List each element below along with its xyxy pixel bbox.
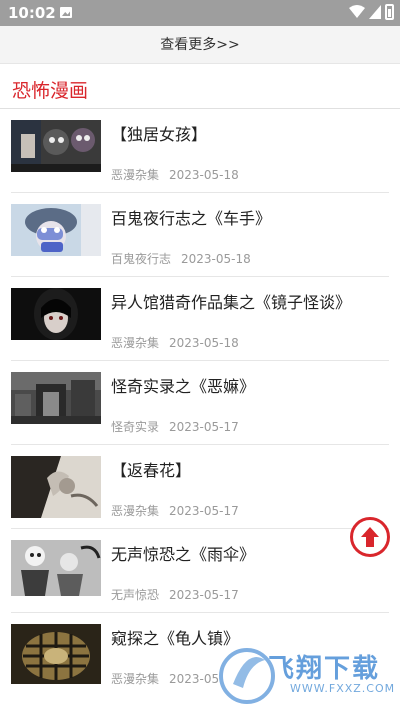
item-category: 百鬼夜行志 (111, 252, 172, 266)
item-category: 恶漫杂集 (111, 168, 160, 182)
wifi-icon (349, 5, 365, 18)
item-date: 2023-05-17 (169, 588, 239, 602)
item-title: 【返春花】 (111, 461, 192, 480)
thumbnail (11, 456, 101, 518)
battery-icon (385, 4, 394, 20)
item-date: 2023-05-18 (181, 252, 251, 266)
watermark-text: 飞翔下载 (268, 654, 381, 684)
signal-icon (369, 5, 381, 19)
thumbnail (11, 540, 101, 596)
see-more-link[interactable]: 查看更多>> (0, 26, 400, 64)
item-category: 恶漫杂集 (111, 336, 160, 350)
thumbnail (11, 624, 101, 684)
list-item[interactable]: 异人馆猎奇作品集之《镜子怪谈》 恶漫杂集 2023-05-18 (0, 277, 400, 361)
status-bar: 10:02 (0, 0, 400, 26)
item-date: 2023-05-18 (169, 168, 239, 182)
item-title: 无声惊恐之《雨伞》 (111, 545, 256, 564)
item-date: 2023-05-17 (169, 420, 239, 434)
watermark-url: WWW.FXXZ.COM (290, 682, 396, 695)
item-title: 窥探之《龟人镇》 (111, 629, 240, 648)
item-meta: 无声惊恐 2023-05-17 (111, 586, 239, 603)
thumbnail (11, 120, 101, 172)
item-meta: 百鬼夜行志 2023-05-18 (111, 250, 251, 267)
list-item[interactable]: 怪奇实录之《恶嫲》 怪奇实录 2023-05-17 (0, 361, 400, 445)
item-meta: 怪奇实录 2023-05-17 (111, 418, 239, 435)
item-date: 2023-05-18 (169, 336, 239, 350)
status-time: 10:02 (8, 4, 56, 22)
list-item[interactable]: 无声惊恐之《雨伞》 无声惊恐 2023-05-17 (0, 529, 400, 613)
list-item[interactable]: 百鬼夜行志之《车手》 百鬼夜行志 2023-05-18 (0, 193, 400, 277)
thumbnail (11, 372, 101, 424)
item-date: 2023-05-17 (169, 504, 239, 518)
status-icons (349, 4, 394, 20)
image-notification-icon (60, 7, 72, 18)
list-item[interactable]: 【返春花】 恶漫杂集 2023-05-17 (0, 445, 400, 529)
arrow-up-circle-icon (361, 527, 379, 547)
item-category: 恶漫杂集 (111, 672, 160, 686)
thumbnail (11, 204, 101, 256)
section-title: 恐怖漫画 (12, 80, 89, 102)
item-title: 百鬼夜行志之《车手》 (111, 209, 272, 228)
item-category: 无声惊恐 (111, 588, 160, 602)
list-item[interactable]: 【独居女孩】 恶漫杂集 2023-05-18 (0, 109, 400, 193)
scroll-to-top-button[interactable] (350, 517, 390, 557)
item-meta: 恶漫杂集 2023-05-18 (111, 334, 239, 351)
item-meta: 恶漫杂集 2023-05 (111, 670, 219, 687)
thumbnail (11, 288, 101, 340)
item-date: 2023-05 (169, 672, 220, 686)
item-title: 异人馆猎奇作品集之《镜子怪谈》 (111, 293, 352, 312)
item-meta: 恶漫杂集 2023-05-17 (111, 502, 239, 519)
item-title: 【独居女孩】 (111, 125, 208, 144)
item-category: 恶漫杂集 (111, 504, 160, 518)
item-category: 怪奇实录 (111, 420, 160, 434)
item-title: 怪奇实录之《恶嫲》 (111, 377, 256, 396)
item-meta: 恶漫杂集 2023-05-18 (111, 166, 239, 183)
